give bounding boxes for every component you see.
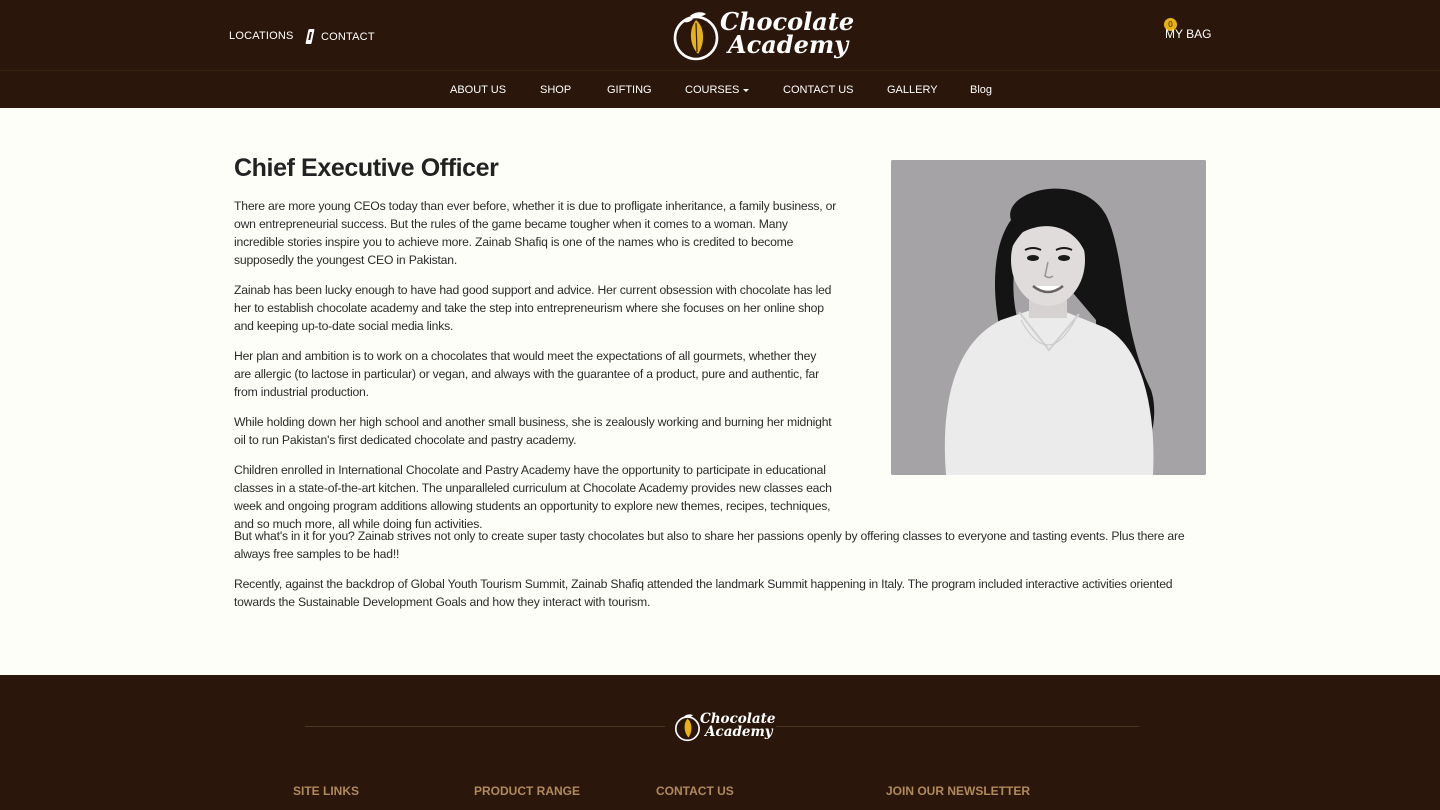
portrait-illustration <box>891 160 1206 475</box>
paragraph-2: Zainab has been lucky enough to have had… <box>234 283 832 333</box>
site-logo[interactable]: Chocolate Academy <box>672 8 854 64</box>
paragraph-3: Her plan and ambition is to work on a ch… <box>234 349 819 399</box>
footer-heading-site-links: SITE LINKS <box>293 784 360 798</box>
footer-heading-newsletter: JOIN OUR NEWSLETTER <box>886 784 1031 798</box>
contact-link[interactable]: CONTACT <box>321 31 375 43</box>
footer-heading-contact-us: CONTACT US <box>656 784 734 798</box>
cocoa-pod-logo-icon <box>673 12 719 61</box>
nav-courses[interactable]: COURSES <box>685 84 750 96</box>
footer-logo-line-2: Academy <box>705 724 773 740</box>
footer-divider-right <box>776 726 1139 727</box>
logo-line-2: Academy <box>728 30 849 59</box>
paragraph-4: While holding down her high school and a… <box>234 415 832 447</box>
nav-shop[interactable]: SHOP <box>540 84 571 96</box>
top-header: LOCATIONS CONTACT Chocolate Academy 0 MY… <box>0 0 1440 71</box>
paragraph-7: Recently, against the backdrop of Global… <box>234 577 1173 609</box>
nav-gifting[interactable]: GIFTING <box>607 84 652 96</box>
locations-link[interactable]: LOCATIONS <box>229 30 294 42</box>
nav-blog[interactable]: Blog <box>970 84 992 96</box>
paragraph-5-text: Children enrolled in International Choco… <box>234 463 832 531</box>
phone-icon <box>305 29 315 44</box>
paragraph-1: There are more young CEOs today than eve… <box>234 199 837 267</box>
paragraph-5: Children enrolled in International Choco… <box>234 461 839 533</box>
nav-gallery[interactable]: GALLERY <box>887 84 938 96</box>
my-bag-link[interactable]: MY BAG <box>1165 27 1211 41</box>
footer-logo[interactable]: Chocolate Academy <box>674 711 776 743</box>
site-footer: Chocolate Academy SITE LINKS PRODUCT RAN… <box>0 675 1440 810</box>
nav-contact-us[interactable]: CONTACT US <box>783 84 854 96</box>
footer-logo-text: Chocolate Academy <box>700 712 776 740</box>
page-title: Chief Executive Officer <box>234 154 499 182</box>
paragraph-6: But what's in it for you? Zainab strives… <box>234 529 1185 561</box>
ceo-portrait-photo <box>891 160 1206 475</box>
nav-about-us[interactable]: ABOUT US <box>450 84 506 96</box>
logo-text: Chocolate Academy <box>720 10 854 59</box>
cocoa-pod-logo-icon <box>674 714 700 742</box>
chevron-down-icon <box>743 88 750 92</box>
footer-heading-product-range: PRODUCT RANGE <box>474 784 581 798</box>
nav-courses-label: COURSES <box>685 84 740 96</box>
footer-divider-left <box>305 726 665 727</box>
